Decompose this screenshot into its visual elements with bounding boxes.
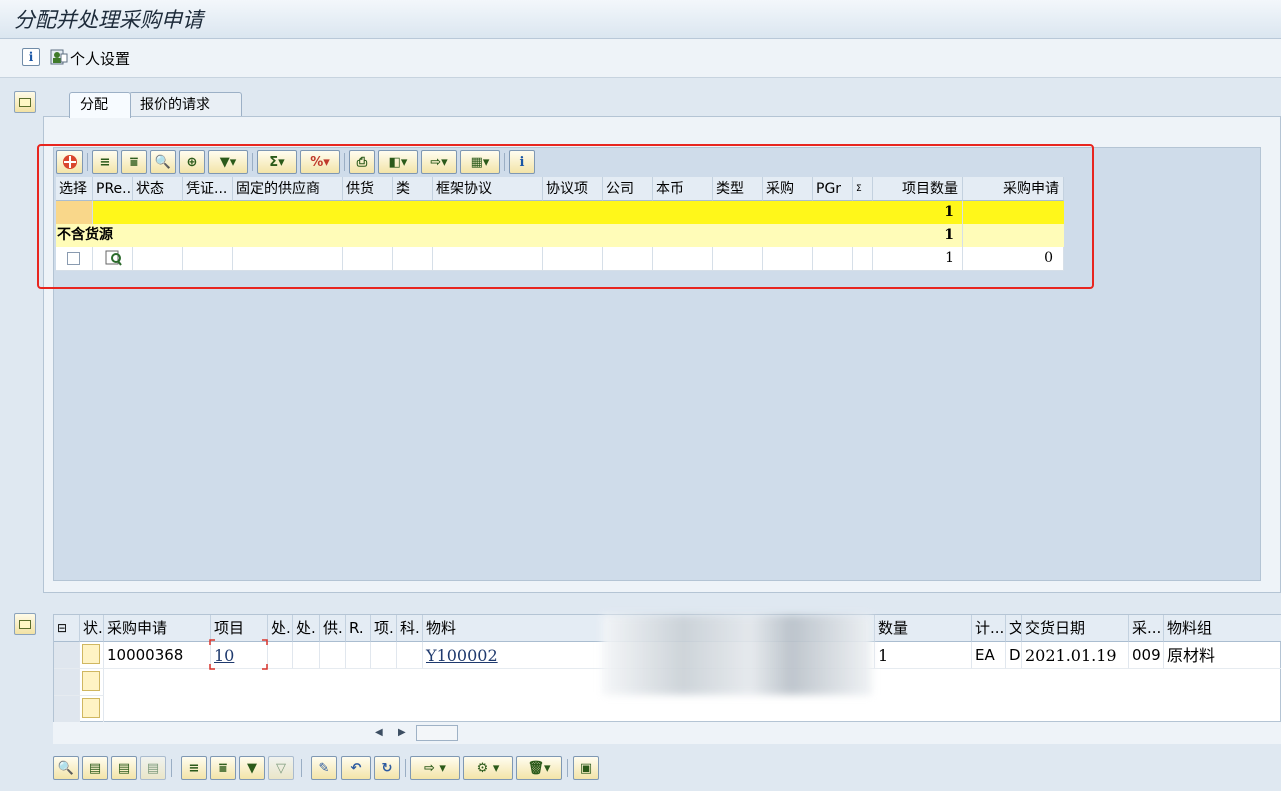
separator (567, 759, 568, 777)
purchase-req-cell: 10000368 (104, 642, 211, 669)
column-header[interactable]: 处. (268, 615, 293, 642)
status-indicator (82, 698, 100, 718)
grid-cell (371, 642, 397, 669)
separator (171, 759, 172, 777)
application-toolbar (0, 39, 1281, 78)
undo-icon[interactable]: ↶ (341, 756, 371, 780)
window-title: 分配并处理采购申请 (14, 8, 203, 32)
material-group-cell: 原材料 (1164, 642, 1281, 669)
column-header[interactable]: 项. (371, 615, 397, 642)
row-selector[interactable] (54, 642, 80, 669)
quantity-cell: 1 (875, 642, 972, 669)
redacted-description (602, 615, 872, 695)
purch-group-cell: 009 (1129, 642, 1164, 669)
scroll-left-icon[interactable]: ◀ (375, 727, 383, 738)
grid-cell (293, 642, 320, 669)
column-header[interactable]: 处. (293, 615, 320, 642)
grid-cell (346, 642, 371, 669)
assign-next-icon[interactable]: ▤ (111, 756, 137, 780)
delivery-date-cell: 2021.01.19 (1022, 642, 1129, 669)
column-header[interactable]: 科. (397, 615, 423, 642)
scroll-right-icon[interactable]: ▶ (398, 727, 406, 738)
vendor-assign-icon[interactable]: ⚙ ▾ (463, 756, 513, 780)
column-header[interactable]: 计... (972, 615, 1006, 642)
item-toolbar: 🔍 ▤ ▤ ▤ ≡ ⩸ ▼ ▽ ✎ ↶ ↻ ⇨ ▾ ⚙ ▾ 🗑▾ ▣ (53, 756, 613, 784)
horizontal-scrollbar[interactable]: ◀ ▶ (53, 722, 1281, 744)
tab-assign[interactable]: 分配 (69, 92, 131, 118)
sort-descending-icon[interactable]: ⩸ (210, 756, 236, 780)
expand-worklist-button[interactable] (14, 91, 36, 113)
status-cell (80, 642, 104, 669)
personal-settings-icon[interactable] (50, 48, 68, 66)
tab-rfq[interactable]: 报价的请求 (129, 92, 242, 118)
column-header[interactable]: R. (346, 615, 371, 642)
delete-icon[interactable]: 🗑▾ (516, 756, 562, 780)
column-header[interactable]: 项目 (211, 615, 268, 642)
refresh-icon[interactable]: ↻ (374, 756, 400, 780)
panel-icon (19, 97, 31, 107)
status-indicator (82, 671, 100, 691)
grid-cell (268, 642, 293, 669)
cell-focus-marks (209, 639, 268, 670)
scroll-thumb[interactable] (416, 725, 458, 741)
tab-strip: 报价的请求 分配 (43, 90, 1281, 118)
sort-ascending-icon[interactable]: ≡ (181, 756, 207, 780)
column-header[interactable]: 供. (320, 615, 346, 642)
separator (301, 759, 302, 777)
info-icon[interactable]: i (22, 48, 40, 66)
status-indicator (82, 644, 100, 664)
filter-icon[interactable]: ▼ (239, 756, 265, 780)
grid-cell (397, 642, 423, 669)
column-header[interactable]: 采... (1129, 615, 1164, 642)
unit-cell: EA (972, 642, 1006, 669)
document-icon[interactable]: ▣ (573, 756, 599, 780)
status-cell (80, 696, 104, 723)
separator (405, 759, 406, 777)
row-selector[interactable] (54, 669, 80, 696)
column-header[interactable]: 数量 (875, 615, 972, 642)
edit-icon[interactable]: ✎ (311, 756, 337, 780)
status-cell (80, 669, 104, 696)
delete-filter-icon[interactable]: ▽ (268, 756, 294, 780)
column-header[interactable]: 文 (1006, 615, 1022, 642)
unassign-icon[interactable]: ▤ (140, 756, 166, 780)
column-header[interactable]: 状. (80, 615, 104, 642)
material-link[interactable]: Y100002 (426, 646, 498, 665)
export-icon[interactable]: ⇨ ▾ (410, 756, 460, 780)
select-all-icon[interactable]: ⊟ (54, 615, 80, 642)
assign-icon[interactable]: ▤ (82, 756, 108, 780)
column-header[interactable]: 交货日期 (1022, 615, 1129, 642)
annotation-highlight-box (37, 144, 1094, 289)
personal-settings-button[interactable]: 个人设置 (70, 48, 130, 69)
row-selector[interactable] (54, 696, 80, 723)
column-header[interactable]: 物料组 (1164, 615, 1281, 642)
panel-icon (19, 619, 31, 629)
detail-icon[interactable]: 🔍 (53, 756, 79, 780)
grid-cell (320, 642, 346, 669)
d-cell: D (1006, 642, 1022, 669)
column-header[interactable]: 采购申请 (104, 615, 211, 642)
expand-items-button[interactable] (14, 613, 36, 635)
